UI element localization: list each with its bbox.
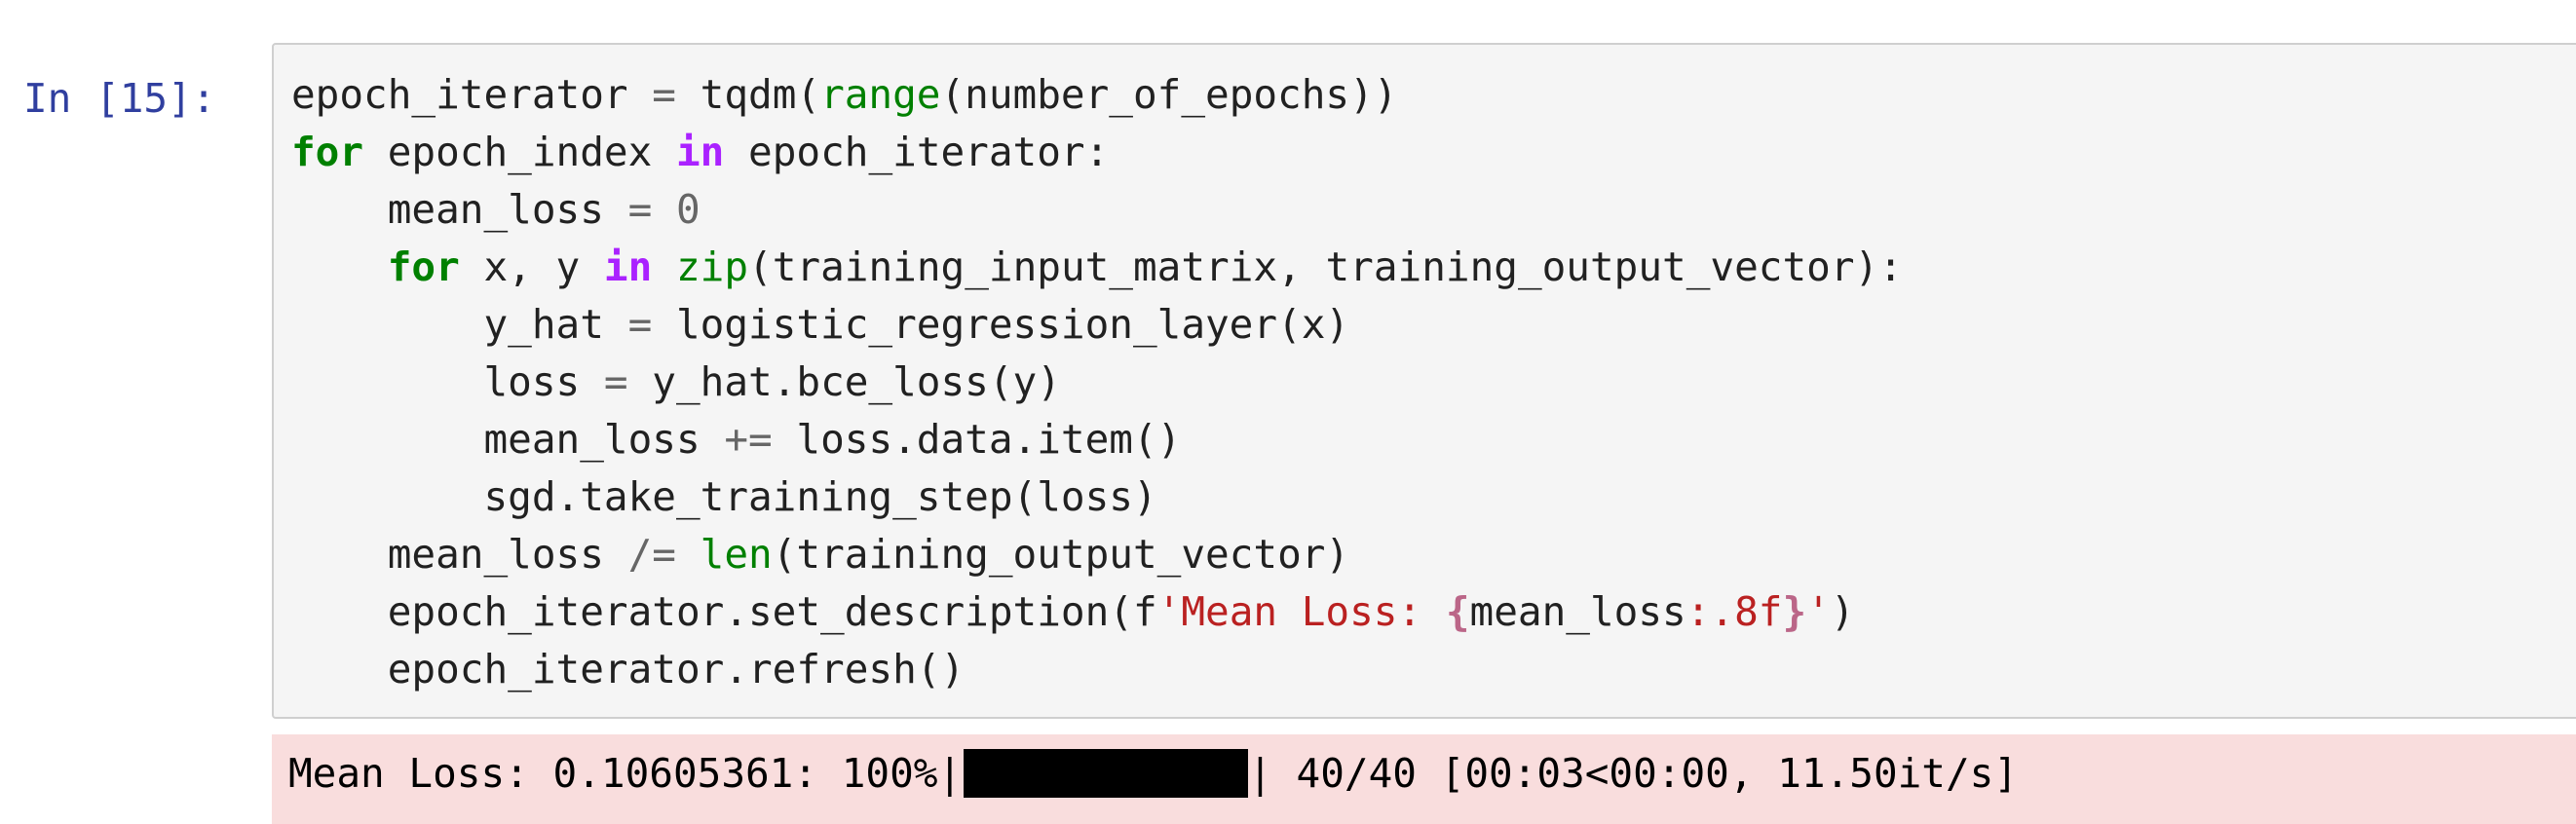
code-token: y_hat <box>291 301 628 348</box>
code-token: (training_output_vector) <box>772 531 1350 578</box>
code-token: mean_loss <box>291 186 628 233</box>
code-token: y_hat.bce_loss(y) <box>627 358 1061 405</box>
code-token: ' <box>1806 588 1831 635</box>
code-token: { <box>1445 588 1470 635</box>
code-token: (number_of_epochs)) <box>940 71 1398 118</box>
code-token: mean_loss <box>291 531 628 578</box>
code-line: epoch_iterator = tqdm(range(number_of_ep… <box>291 66 1903 124</box>
code-token: tqdm( <box>675 71 821 118</box>
code-token: = <box>627 301 653 348</box>
code-token: 'Mean Loss: <box>1156 588 1446 635</box>
code-line: loss = y_hat.bce_loss(y) <box>291 354 1903 411</box>
code-token: = <box>627 186 653 233</box>
code-line: mean_loss /= len(training_output_vector) <box>291 526 1903 583</box>
code-token: mean_loss <box>1469 588 1686 635</box>
code-token: } <box>1782 588 1807 635</box>
progress-bar <box>964 749 1249 798</box>
progress-suffix-text: | 40/40 [00:03<00:00, 11.50it/s] <box>1248 750 2019 797</box>
code-token: ) <box>1830 588 1855 635</box>
code-line: mean_loss += loss.data.item() <box>291 411 1903 468</box>
code-line: mean_loss = 0 <box>291 181 1903 239</box>
code-token: = <box>603 358 628 405</box>
code-token: epoch_iterator.refresh() <box>291 646 966 693</box>
code-token: /= <box>627 531 676 578</box>
code-line: epoch_iterator.refresh() <box>291 641 1903 698</box>
code-token: range <box>820 71 941 118</box>
code-token: epoch_iterator.set_description(f <box>291 588 1157 635</box>
code-token: loss <box>291 358 604 405</box>
code-token: len <box>700 531 773 578</box>
code-token: epoch_iterator: <box>724 129 1110 175</box>
code-token: x, y <box>459 243 604 290</box>
code-token: mean_loss <box>291 416 725 463</box>
progress-output: Mean Loss: 0.10605361: 100%| | 40/40 [00:… <box>288 744 2018 803</box>
code-token: :.8f <box>1686 588 1783 635</box>
code-token: = <box>652 71 676 118</box>
code-editor[interactable]: epoch_iterator = tqdm(range(number_of_ep… <box>291 66 1903 698</box>
code-token: in <box>603 243 653 290</box>
code-token: epoch_iterator <box>291 71 653 118</box>
code-line: for x, y in zip(training_input_matrix, t… <box>291 239 1903 296</box>
code-token: sgd.take_training_step(loss) <box>291 473 1157 520</box>
notebook-page: In [15]: epoch_iterator = tqdm(range(num… <box>0 0 2576 824</box>
code-token: for <box>387 243 460 290</box>
cell-prompt: In [15]: <box>23 75 216 122</box>
code-line: for epoch_index in epoch_iterator: <box>291 124 1903 181</box>
code-token: loss.data.item() <box>772 416 1182 463</box>
code-token: += <box>724 416 773 463</box>
code-token: epoch_index <box>363 129 676 175</box>
code-line: epoch_iterator.set_description(f'Mean Lo… <box>291 583 1903 641</box>
code-token: 0 <box>675 186 701 233</box>
code-token: (training_input_matrix, training_output_… <box>748 243 1903 290</box>
code-token: in <box>675 129 725 175</box>
code-token: for <box>291 129 364 175</box>
code-token: logistic_regression_layer(x) <box>652 301 1350 348</box>
code-token: zip <box>675 243 749 290</box>
code-line: sgd.take_training_step(loss) <box>291 468 1903 526</box>
progress-prefix-text: Mean Loss: 0.10605361: 100%| <box>288 750 963 797</box>
code-line: y_hat = logistic_regression_layer(x) <box>291 296 1903 354</box>
